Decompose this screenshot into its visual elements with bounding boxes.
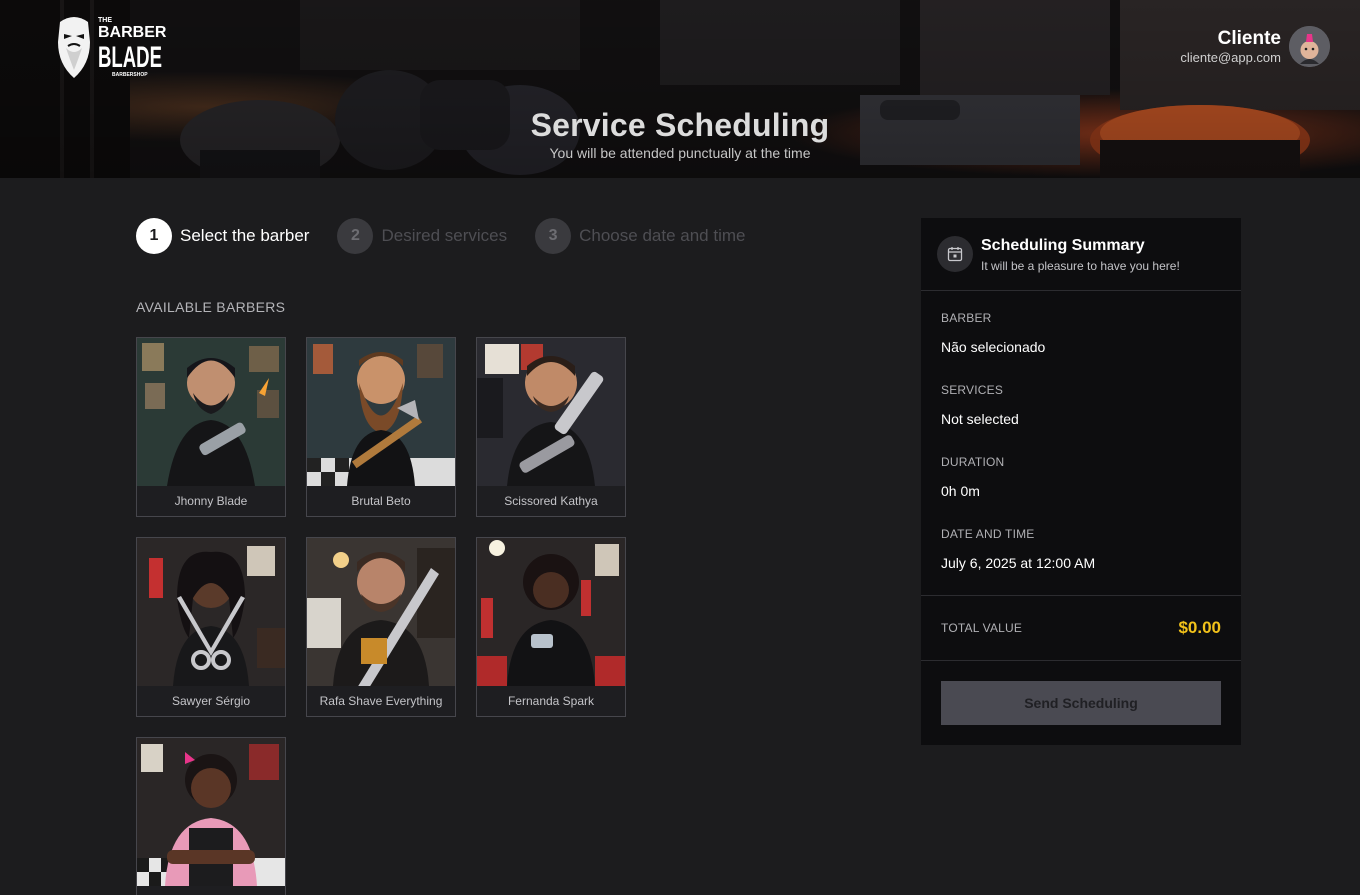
barber-photo [307,538,455,686]
summary-row-date-time: DATE AND TIME July 6, 2025 at 12:00 AM [941,525,1221,597]
calendar-icon [937,236,973,272]
summary-value: Not selected [941,411,1019,427]
summary-header: Scheduling Summary It will be a pleasure… [921,218,1241,291]
barber-photo [477,538,625,686]
barber-name: Scissored Kathya [504,494,598,508]
barber-name [137,886,285,895]
summary-label: DATE AND TIME [941,527,1035,541]
user-menu[interactable]: Cliente cliente@app.com [1180,26,1330,67]
barbers-blade-logo[interactable]: THE BARBER'S BLADE BARBERSHOP [54,12,181,82]
barber-photo [137,738,285,886]
step-date-time[interactable]: 3 Choose date and time [535,218,745,254]
step-number: 2 [337,218,374,254]
step-label: Select the barber [180,226,310,245]
barber-photo [137,538,285,686]
step-desired-services[interactable]: 2 Desired services [337,218,507,254]
barber-name: Sawyer Sérgio [171,694,251,708]
barber-name: Fernanda Spark [507,694,595,708]
barber-name: Rafa Shave Everything [319,694,443,708]
main-content: 1 Select the barber 2 Desired services 3… [0,178,1360,895]
svg-text:BLADE: BLADE [98,41,162,74]
scheduling-form: 1 Select the barber 2 Desired services 3… [136,218,836,895]
barber-card-brutal-beto[interactable]: Brutal Beto [306,337,456,517]
barber-card-rafa-shave-everything[interactable]: Rafa Shave Everything [306,537,456,717]
svg-text:BARBERSHOP: BARBERSHOP [112,72,148,78]
summary-row-duration: DURATION 0h 0m [941,453,1221,525]
step-label: Choose date and time [579,226,746,245]
barber-card-fernanda-spark[interactable]: Fernanda Spark [476,537,626,717]
page-title: Service Scheduling [530,107,830,143]
barber-photo [307,338,455,486]
summary-row-services: SERVICES Not selected [941,381,1221,453]
step-number: 1 [136,218,172,254]
total-value: $0.00 [1178,618,1221,637]
step-label: Desired services [381,226,508,245]
summary-value: 0h 0m [941,483,980,499]
barber-card-sawyer-sergio[interactable]: Sawyer Sérgio [136,537,286,717]
send-scheduling-button[interactable]: Send Scheduling [941,681,1221,725]
hero-banner: THE BARBER'S BLADE BARBERSHOP Cliente cl… [0,0,1360,178]
summary-row-barber: BARBER Não selecionado [941,309,1221,381]
user-name: Cliente [1217,27,1281,49]
step-number: 3 [535,218,572,254]
barber-name: Jhonny Blade [174,494,248,508]
barber-photo [137,338,285,486]
step-indicator: 1 Select the barber 2 Desired services 3… [136,218,836,254]
available-barbers-heading: AVAILABLE BARBERS [136,299,286,315]
page-subtitle: You will be attended punctually at the t… [549,145,811,161]
barber-grid: Jhonny Blade Brutal Beto Scissored Kathy… [136,337,836,895]
barber-card-scissored-kathya[interactable]: Scissored Kathya [476,337,626,517]
total-label: TOTAL VALUE [941,621,1023,635]
scheduling-summary-panel: Scheduling Summary It will be a pleasure… [921,218,1241,745]
summary-label: BARBER [941,311,992,325]
summary-title: Scheduling Summary [981,236,1145,254]
summary-total: TOTAL VALUE $0.00 [921,596,1241,661]
summary-label: SERVICES [941,383,1004,397]
summary-value: July 6, 2025 at 12:00 AM [941,555,1096,571]
avatar[interactable] [1289,26,1330,67]
user-email: cliente@app.com [1180,49,1281,65]
summary-details: BARBER Não selecionado SERVICES Not sele… [921,291,1241,596]
barber-card-jhonny-blade[interactable]: Jhonny Blade [136,337,286,517]
svg-text:THE: THE [98,17,112,24]
barber-card-7[interactable] [136,737,286,895]
svg-text:BARBER'S: BARBER'S [98,24,166,41]
step-select-barber[interactable]: 1 Select the barber [136,218,309,254]
summary-subtitle: It will be a pleasure to have you here! [981,258,1180,273]
barber-name: Brutal Beto [351,494,411,508]
barber-photo [477,338,625,486]
summary-label: DURATION [941,455,1005,469]
summary-value: Não selecionado [941,339,1046,355]
